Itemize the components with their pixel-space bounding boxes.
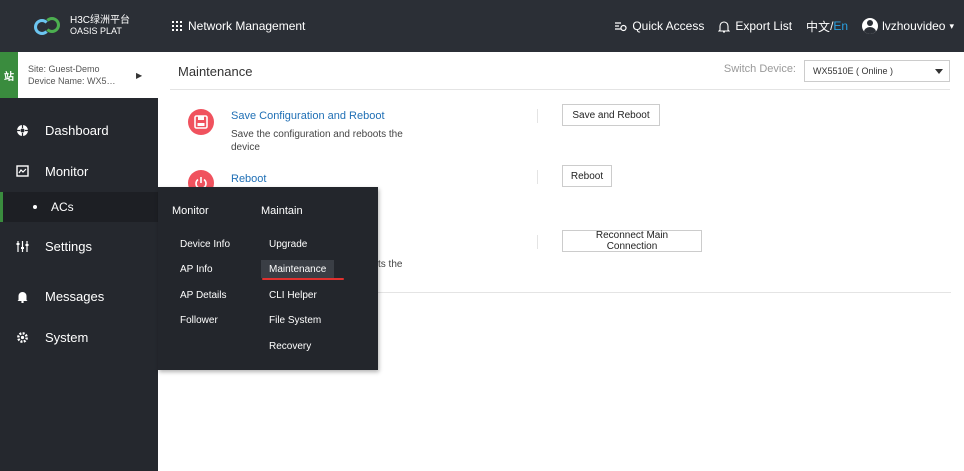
grid-icon [172,21,182,31]
separator [537,235,538,249]
switch-device-label: Switch Device: [723,63,796,75]
save-reboot-desc-line2: device [231,142,260,153]
flyout-header-monitor: Monitor [172,205,209,217]
dashboard-icon [17,124,28,136]
site-name: Site: Guest-Demo [28,64,100,74]
bullet-icon [33,205,37,209]
sidebar-item-label: Dashboard [45,122,109,138]
export-list-label: Export List [735,19,793,33]
flyout-item-file-system[interactable]: File System [269,311,321,329]
caret-down-icon: ▾ [949,20,954,31]
reboot-button[interactable]: Reboot [562,165,612,187]
save-and-reboot-button[interactable]: Save and Reboot [562,104,660,126]
flyout-item-maintenance[interactable]: Maintenance [261,260,335,278]
separator [537,170,538,184]
quick-access-icon [615,21,627,31]
floppy-disk-icon [188,109,214,135]
monitor-icon [16,164,29,177]
flyout-item-upgrade[interactable]: Upgrade [269,235,307,253]
flyout-item-device-info[interactable]: Device Info [180,235,230,253]
nav-title-label: Network Management [188,19,306,33]
save-reboot-title: Save Configuration and Reboot [231,110,385,122]
network-management-menu[interactable]: Network Management [172,0,305,52]
sidebar-item-acs[interactable]: ACs [0,192,158,222]
sidebar-item-dashboard[interactable]: Dashboard [0,116,158,144]
flyout-item-ap-info[interactable]: AP Info [180,260,213,278]
reconnect-main-connection-button[interactable]: Reconnect Main Connection [562,230,702,252]
export-list-button[interactable]: Export List [718,19,792,33]
sidebar-item-label: Monitor [45,163,89,179]
lang-zh[interactable]: 中文 [806,18,830,35]
logo-subtitle: OASIS PLAT [70,26,122,36]
dropdown-arrow-icon [935,69,943,74]
avatar [862,18,879,34]
reconnect-desc-fragment: ts the [378,259,403,270]
chevron-right-icon: ▶ [136,70,143,80]
bell-icon [17,291,28,303]
save-reboot-desc-line1: Save the configuration and reboots the [231,129,403,140]
logo-title: H3C绿洲平台 [70,15,131,26]
sidebar-item-label: ACs [51,200,74,214]
switch-device-select[interactable]: WX5510E ( Online ) [804,60,950,82]
active-item-underline [262,278,344,280]
sidebar-item-settings[interactable]: Settings [0,232,158,260]
header-divider [170,89,950,90]
username: lvzhouvideo [882,19,946,33]
site-icon: 站 [0,52,18,98]
quick-access-label: Quick Access [632,19,705,33]
top-bar: H3C绿洲平台 OASIS PLAT Network Management Qu… [0,0,964,52]
sidebar-item-system[interactable]: System [0,323,158,351]
gear-icon [17,331,28,343]
language-switch[interactable]: 中文 / En [806,18,848,35]
logo[interactable]: H3C绿洲平台 OASIS PLAT [0,0,158,52]
lang-en[interactable]: En [833,19,848,33]
bell-icon [718,20,731,33]
flyout-item-ap-details[interactable]: AP Details [180,286,227,304]
switch-device-value: WX5510E ( Online ) [813,66,894,76]
separator [537,109,538,123]
sidebar-item-messages[interactable]: Messages [0,282,158,310]
settings-icon [16,240,29,252]
sidebar-item-label: System [45,329,89,345]
sidebar: 站 Site: Guest-Demo Device Name: WX5… ▶ D… [0,52,158,471]
flyout-item-recovery[interactable]: Recovery [269,337,311,355]
reboot-title: Reboot [231,173,267,185]
device-name: Device Name: WX5… [28,76,116,86]
sidebar-item-monitor[interactable]: Monitor [0,157,158,185]
sidebar-item-label: Messages [45,288,105,304]
flyout-item-follower[interactable]: Follower [180,311,218,329]
site-selector[interactable]: 站 Site: Guest-Demo Device Name: WX5… ▶ [0,52,158,98]
flyout-header-maintain: Maintain [261,205,303,217]
user-menu[interactable]: lvzhouvideo ▾ [862,18,954,34]
flyout-item-cli-helper[interactable]: CLI Helper [269,286,317,304]
oasis-logo-icon [32,15,62,37]
sidebar-item-label: Settings [45,238,92,254]
quick-access-button[interactable]: Quick Access [614,19,704,33]
